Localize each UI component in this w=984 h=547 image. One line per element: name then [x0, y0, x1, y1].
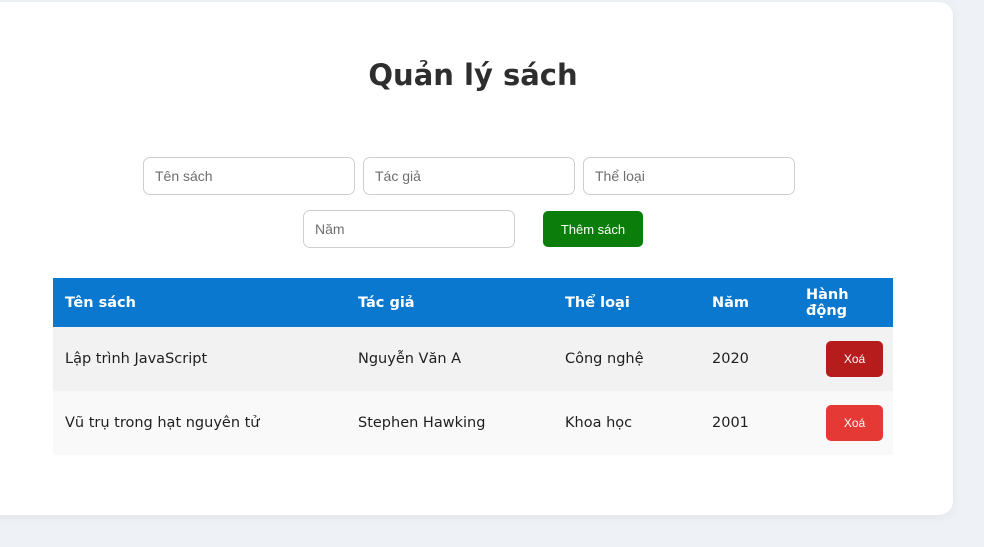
- header-action: Hành động: [806, 286, 849, 319]
- delete-button[interactable]: Xoá: [826, 405, 883, 441]
- header-title: Tên sách: [65, 294, 136, 311]
- book-title-input[interactable]: [143, 157, 355, 195]
- cell-author: Nguyễn Văn A: [358, 351, 462, 367]
- table-row: Vũ trụ trong hạt nguyên tử Stephen Hawki…: [53, 391, 893, 455]
- table-header-row: Tên sách Tác giả Thể loại Năm Hành động: [53, 278, 893, 327]
- header-year: Năm: [712, 294, 750, 311]
- author-input[interactable]: [363, 157, 575, 195]
- year-input[interactable]: [303, 210, 515, 248]
- cell-year: 2020: [712, 351, 749, 367]
- books-table: Tên sách Tác giả Thể loại Năm Hành động …: [53, 278, 893, 455]
- header-genre: Thể loại: [565, 294, 630, 311]
- cell-action: Xoá: [794, 327, 893, 391]
- cell-action: Xoá: [794, 391, 893, 455]
- add-book-button[interactable]: Thêm sách: [543, 211, 643, 247]
- cell-title: Lập trình JavaScript: [65, 351, 208, 367]
- cell-genre: Công nghệ: [565, 351, 644, 367]
- cell-genre: Khoa học: [565, 415, 633, 431]
- header-author: Tác giả: [358, 294, 415, 311]
- cell-year: 2001: [712, 415, 749, 431]
- table-row: Lập trình JavaScript Nguyễn Văn A Công n…: [53, 327, 893, 391]
- genre-input[interactable]: [583, 157, 795, 195]
- cell-author: Stephen Hawking: [358, 415, 486, 431]
- cell-title: Vũ trụ trong hạt nguyên tử: [65, 415, 260, 431]
- delete-button[interactable]: Xoá: [826, 341, 883, 377]
- page-title: Quản lý sách: [368, 58, 578, 92]
